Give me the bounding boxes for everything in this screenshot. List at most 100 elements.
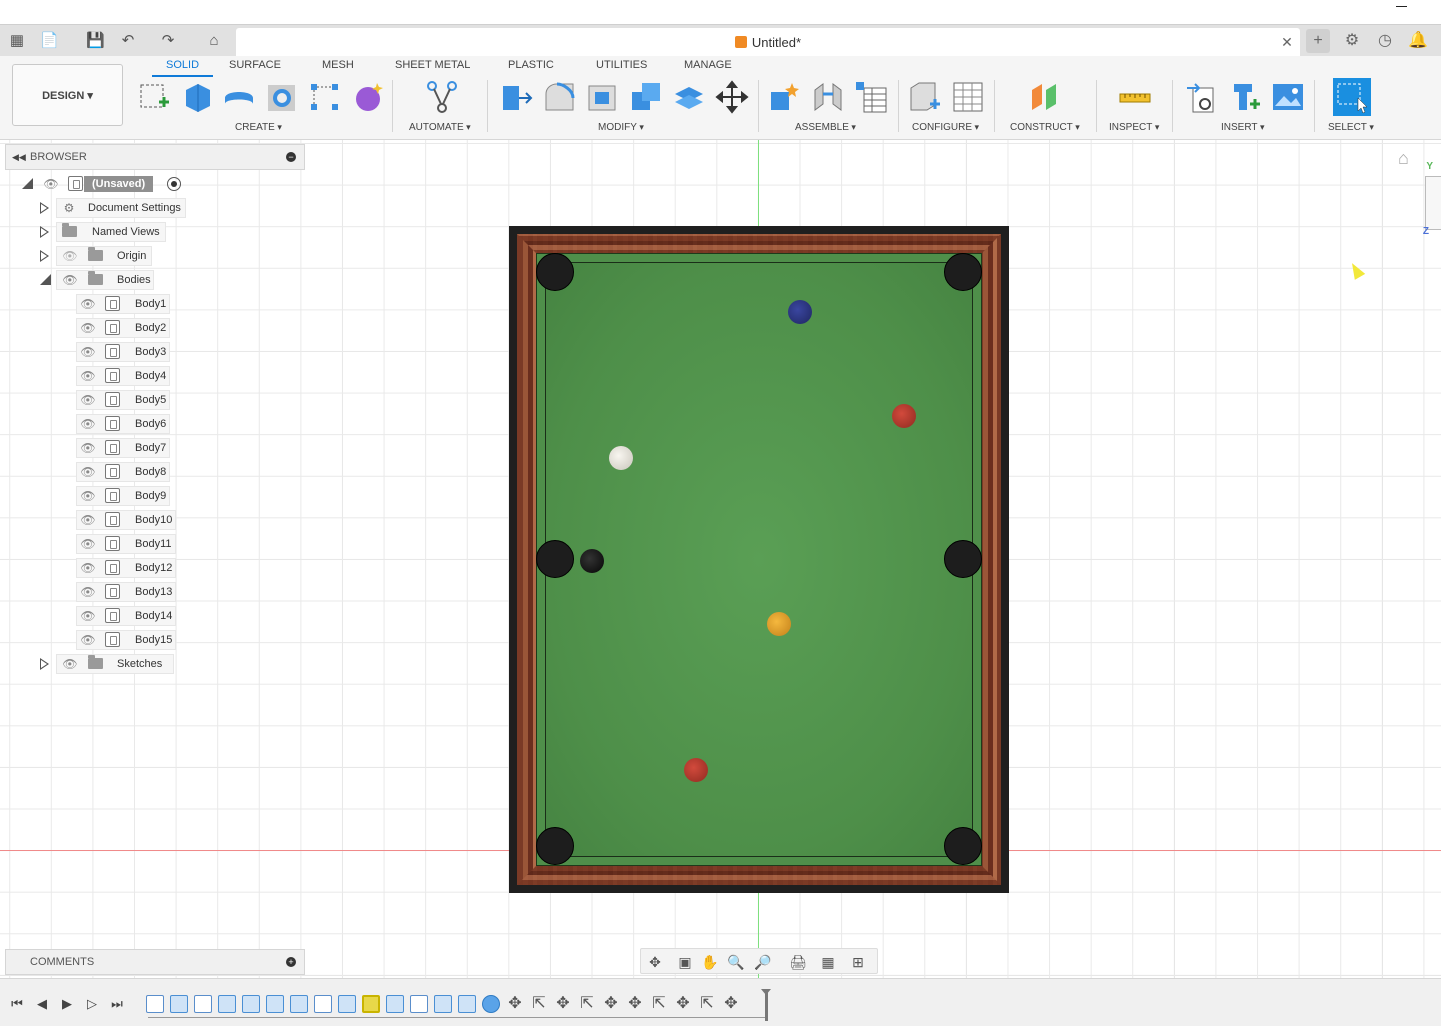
timeline-feature-fillet-icon[interactable] [386, 995, 404, 1013]
tree-root[interactable]: 👁 (Unsaved) [0, 174, 310, 194]
timeline-feature-active-icon[interactable] [362, 995, 380, 1013]
tab-manage[interactable]: MANAGE [684, 59, 732, 77]
timeline-marker[interactable] [761, 989, 771, 1021]
tree-body-item[interactable]: 👁 Body3 [0, 342, 310, 362]
inspect-group-label[interactable]: INSPECT [1109, 122, 1159, 133]
viewcube[interactable] [1425, 176, 1441, 230]
joint-icon[interactable] [811, 80, 845, 114]
job-status-icon[interactable]: ◷ [1373, 29, 1397, 53]
automate-icon[interactable] [425, 80, 459, 114]
pan-icon[interactable]: ✋ [698, 952, 722, 972]
home-tab-icon[interactable]: ⌂ [205, 32, 223, 50]
timeline-feature-fillet-icon[interactable] [290, 995, 308, 1013]
file-menu-icon[interactable]: 📄 [40, 32, 59, 50]
tree-body-item[interactable]: 👁 Body8 [0, 462, 310, 482]
insert-derive-icon[interactable] [1185, 80, 1219, 114]
collapse-browser-icon[interactable]: ◀◀ [12, 145, 26, 169]
tab-surface[interactable]: SURFACE [229, 59, 281, 77]
tree-document-settings[interactable]: ⚙ Document Settings [0, 198, 310, 218]
visibility-eye-icon[interactable]: 👁 [43, 177, 59, 191]
tree-body-item[interactable]: 👁 Body11 [0, 534, 310, 554]
step-forward-icon[interactable]: ▷ [83, 995, 101, 1013]
configure-group-label[interactable]: CONFIGURE [912, 122, 979, 133]
select-group-label[interactable]: SELECT [1328, 122, 1374, 133]
timeline-feature-fillet-icon[interactable] [266, 995, 284, 1013]
hidden-eye-icon[interactable]: 👁 [62, 249, 78, 263]
fit-icon[interactable]: 🔎 [751, 952, 775, 972]
press-pull-icon[interactable] [500, 80, 534, 114]
tree-bodies[interactable]: 👁 Bodies [0, 270, 310, 290]
extrude-icon[interactable] [180, 80, 214, 114]
configuration-table-icon[interactable] [951, 80, 985, 114]
visibility-eye-icon[interactable]: 👁 [80, 369, 96, 383]
tab-utilities[interactable]: UTILITIES [596, 59, 647, 77]
timeline-feature-extrude-icon[interactable] [218, 995, 236, 1013]
offset-plane-icon[interactable] [1028, 80, 1062, 114]
undo-icon[interactable]: ↶ [119, 32, 137, 50]
go-to-end-icon[interactable]: ⏭ [108, 995, 126, 1013]
fillet-icon[interactable] [543, 80, 577, 114]
visibility-eye-icon[interactable]: 👁 [80, 441, 96, 455]
measure-icon[interactable] [1118, 80, 1152, 114]
tree-body-item[interactable]: 👁 Body1 [0, 294, 310, 314]
app-grid-icon[interactable]: ▦ [8, 32, 26, 50]
visibility-eye-icon[interactable]: 👁 [62, 657, 78, 671]
collapse-triangle-icon[interactable] [22, 178, 33, 189]
timeline-feature-sketch-icon[interactable] [314, 995, 332, 1013]
timeline-feature-sketch-icon[interactable] [194, 995, 212, 1013]
visibility-eye-icon[interactable]: 👁 [62, 273, 78, 287]
visibility-eye-icon[interactable]: 👁 [80, 297, 96, 311]
visibility-eye-icon[interactable]: 👁 [80, 585, 96, 599]
look-at-icon[interactable]: ▣ [673, 952, 697, 972]
display-settings-icon[interactable]: 🖨 [786, 952, 810, 972]
expand-triangle-icon[interactable] [40, 202, 49, 214]
tree-body-item[interactable]: 👁 Body2 [0, 318, 310, 338]
tab-sheet-metal[interactable]: SHEET METAL [395, 59, 470, 77]
browser-header[interactable]: ◀◀ BROWSER − [5, 144, 305, 170]
tree-body-item[interactable]: 👁 Body13 [0, 582, 310, 602]
add-comment-button[interactable]: + [286, 957, 296, 967]
grid-settings-icon[interactable]: ▦ [816, 952, 840, 972]
timeline-feature-move-icon[interactable]: ⇱ [650, 995, 668, 1013]
close-tab-icon[interactable]: ✕ [1280, 34, 1294, 51]
workspace-switcher[interactable]: DESIGN ▾ [12, 64, 123, 126]
timeline-feature-move-icon[interactable]: ✥ [722, 995, 740, 1013]
home-view-icon[interactable]: ⌂ [1398, 148, 1409, 169]
timeline-feature-extrude-icon[interactable] [338, 995, 356, 1013]
tab-solid[interactable]: SOLID [152, 59, 214, 77]
visibility-eye-icon[interactable]: 👁 [80, 513, 96, 527]
tree-body-item[interactable]: 👁 Body12 [0, 558, 310, 578]
timeline-feature-sphere-icon[interactable] [482, 995, 500, 1013]
insert-canvas-icon[interactable] [1271, 80, 1305, 114]
timeline-feature-move-icon[interactable]: ✥ [602, 995, 620, 1013]
tree-body-item[interactable]: 👁 Body4 [0, 366, 310, 386]
visibility-eye-icon[interactable]: 👁 [80, 465, 96, 479]
new-component-icon[interactable] [768, 80, 802, 114]
pool-table[interactable] [509, 226, 1009, 893]
visibility-eye-icon[interactable]: 👁 [80, 345, 96, 359]
revolve-icon[interactable] [222, 80, 256, 114]
orbit-icon[interactable]: ✥ [643, 952, 667, 972]
select-icon[interactable] [1333, 78, 1371, 116]
timeline-feature-move-icon[interactable]: ⇱ [578, 995, 596, 1013]
insert-group-label[interactable]: INSERT [1221, 122, 1265, 133]
go-to-start-icon[interactable]: ⏮ [8, 995, 26, 1013]
timeline-feature-extrude-icon[interactable] [170, 995, 188, 1013]
timeline-feature-sketch-icon[interactable] [146, 995, 164, 1013]
tab-mesh[interactable]: MESH [322, 59, 354, 77]
tree-body-item[interactable]: 👁 Body14 [0, 606, 310, 626]
timeline-feature-move-icon[interactable]: ✥ [626, 995, 644, 1013]
timeline-feature-extrude-icon[interactable] [242, 995, 260, 1013]
shell-icon[interactable] [586, 80, 620, 114]
notifications-icon[interactable]: 🔔 [1406, 29, 1430, 53]
save-icon[interactable]: 💾 [86, 32, 105, 50]
zoom-icon[interactable]: 🔍 [724, 952, 748, 972]
tree-sketches[interactable]: 👁 Sketches [0, 654, 310, 674]
combine-icon[interactable] [629, 80, 663, 114]
redo-icon[interactable]: ↷ [159, 32, 177, 50]
tree-body-item[interactable]: 👁 Body6 [0, 414, 310, 434]
tab-plastic[interactable]: PLASTIC [508, 59, 554, 77]
tree-body-item[interactable]: 👁 Body15 [0, 630, 310, 650]
tree-body-item[interactable]: 👁 Body9 [0, 486, 310, 506]
visibility-eye-icon[interactable]: 👁 [80, 609, 96, 623]
